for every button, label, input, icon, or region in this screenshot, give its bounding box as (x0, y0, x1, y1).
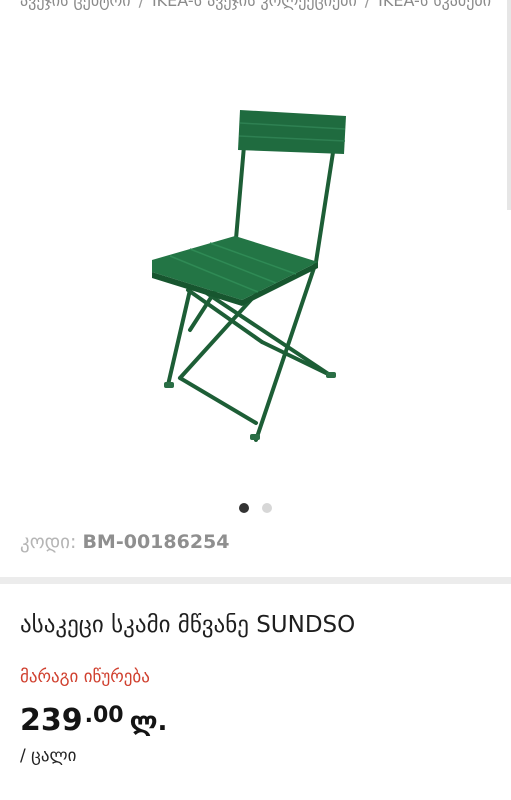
price-currency: ლ. (129, 707, 168, 737)
section-divider (0, 577, 511, 584)
breadcrumb-item-3[interactable]: IKEA-ს სკამები (378, 0, 491, 10)
price-integer: 239 (20, 703, 83, 738)
stock-status: მარაგი იწურება (20, 667, 150, 687)
breadcrumb-item-2[interactable]: IKEA-ს ავეჯის კოლექციები (152, 0, 357, 10)
product-code-label: კოდი: (20, 531, 77, 553)
price-unit: / ცალი (20, 746, 77, 766)
gallery-pagination (0, 503, 511, 513)
price-decimal: .00 (84, 703, 124, 728)
breadcrumb-separator: / (138, 0, 144, 10)
product-image (152, 110, 346, 442)
breadcrumb: ავეჯის ცენტრი / IKEA-ს ავეჯის კოლექციები / I… (20, 0, 511, 10)
gallery-dot[interactable] (262, 503, 272, 513)
breadcrumb-separator: / (364, 0, 371, 10)
gallery-dot-active[interactable] (239, 503, 249, 513)
product-title: ასაკეცი სკამი მწვანე SUNDSO (20, 612, 356, 638)
product-price: 239.00 ლ. (20, 703, 167, 738)
product-code-value: BM-00186254 (82, 531, 230, 553)
product-image-gallery[interactable] (0, 30, 511, 500)
breadcrumb-item-1[interactable]: ავეჯის ცენტრი (20, 0, 131, 10)
product-code: კოდი: BM-00186254 (20, 531, 230, 553)
